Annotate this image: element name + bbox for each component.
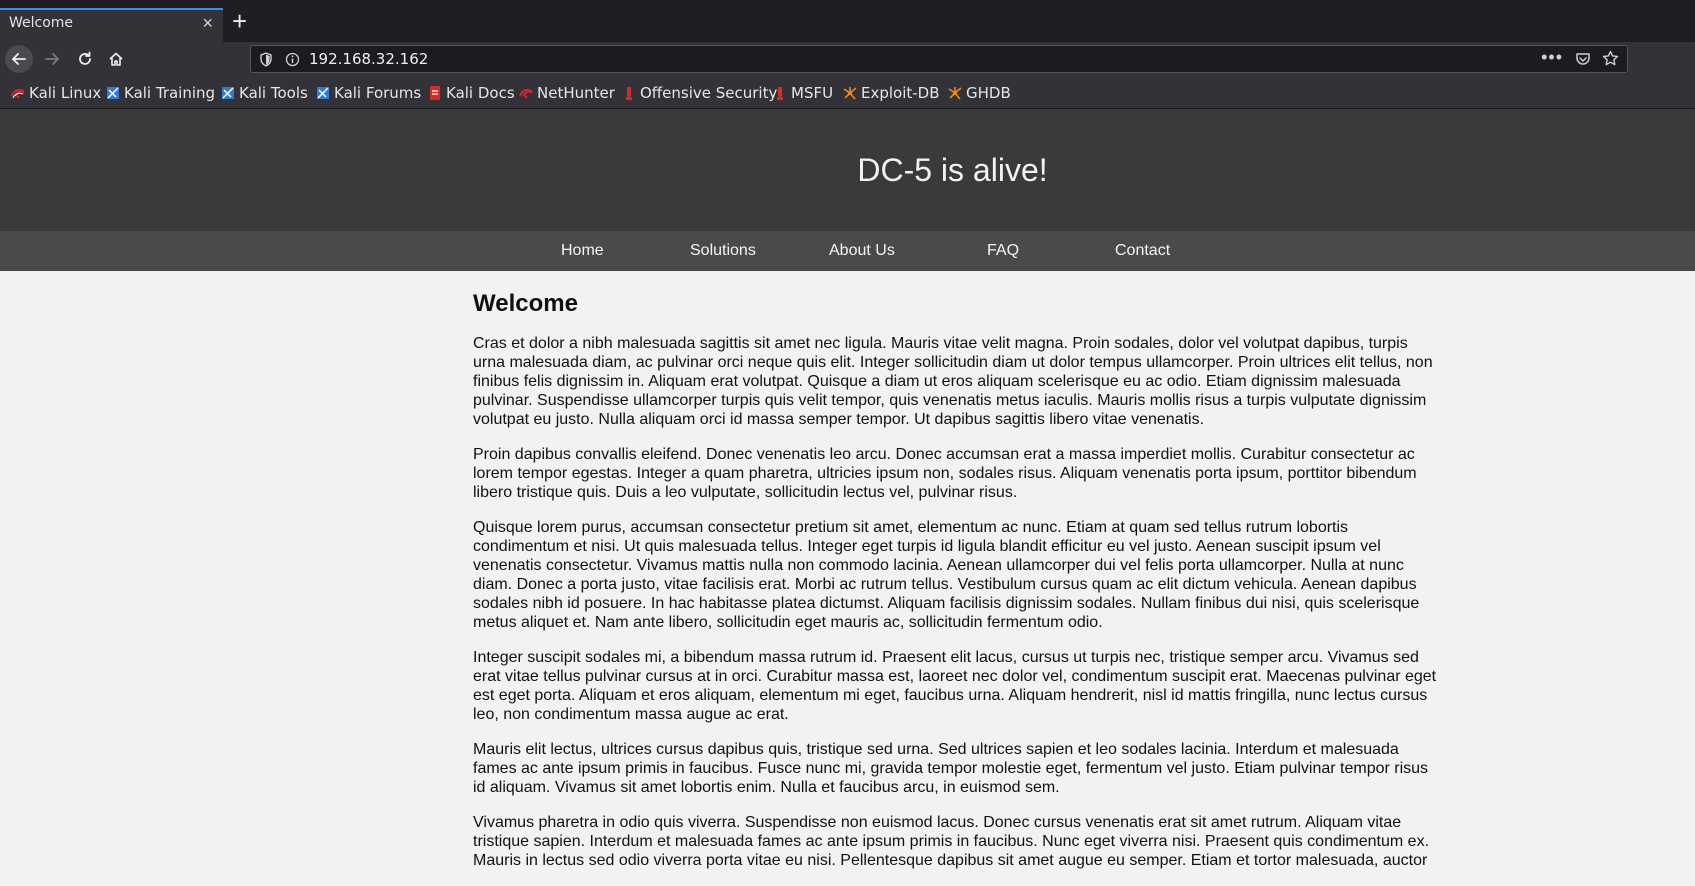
paragraph: Vivamus pharetra in odio quis viverra. S… xyxy=(473,814,1430,869)
main-content: Welcome Cras et dolor a nibh malesuada s… xyxy=(473,271,1438,886)
kali-dragon-icon xyxy=(11,88,25,99)
bookmark-kali-tools[interactable]: Kali Tools xyxy=(221,84,308,102)
arrow-left-icon xyxy=(12,53,26,65)
reload-icon xyxy=(79,51,91,65)
tracking-shield-icon[interactable] xyxy=(259,52,273,67)
bookmark-label: Kali Training xyxy=(124,84,216,102)
exploitdb-icon xyxy=(843,87,857,100)
paragraph: Quisque lorem purus, accumsan consectetu… xyxy=(473,519,1420,631)
paragraph: Mauris elit lectus, ultrices cursus dapi… xyxy=(473,741,1429,796)
kali-forums-icon xyxy=(317,87,329,99)
nethunter-icon xyxy=(519,88,533,99)
site-info-icon[interactable] xyxy=(285,52,300,67)
reload-button[interactable] xyxy=(71,45,99,73)
bookmark-exploit-db[interactable]: Exploit-DB xyxy=(843,84,940,102)
browser-tab[interactable]: Welcome × xyxy=(0,8,223,42)
home-icon xyxy=(109,52,123,66)
page-actions-menu-icon[interactable]: ••• xyxy=(1541,47,1563,68)
arrow-right-icon xyxy=(45,53,59,65)
bookmark-label: GHDB xyxy=(966,84,1011,102)
paragraph: Integer suscipit sodales mi, a bibendum … xyxy=(473,649,1437,723)
bookmark-label: Kali Linux xyxy=(29,84,102,102)
navigation-toolbar: 192.168.32.162 ••• xyxy=(0,42,1695,77)
site-title: DC-5 is alive! xyxy=(857,152,1048,188)
back-button[interactable] xyxy=(5,45,33,73)
bookmark-ghdb[interactable]: GHDB xyxy=(948,84,1011,102)
url-text[interactable]: 192.168.32.162 xyxy=(309,50,428,68)
bookmark-kali-forums[interactable]: Kali Forums xyxy=(316,84,421,102)
site-header: DC-5 is alive! xyxy=(0,109,1695,231)
bookmark-label: Kali Forums xyxy=(334,84,422,102)
close-tab-icon[interactable]: × xyxy=(202,13,213,34)
kali-docs-icon xyxy=(430,86,440,100)
bookmark-msfu[interactable]: MSFU xyxy=(773,84,833,102)
bookmark-kali-linux[interactable]: Kali Linux xyxy=(11,84,101,102)
tab-strip: Welcome × + xyxy=(0,0,1695,42)
nav-link-faq[interactable]: FAQ xyxy=(987,242,1019,260)
bookmark-label: Exploit-DB xyxy=(861,84,940,102)
paragraph: Cras et dolor a nibh malesuada sagittis … xyxy=(473,335,1433,428)
bookmark-label: Offensive Security xyxy=(640,84,778,102)
bookmark-label: Kali Docs xyxy=(446,84,515,102)
ghdb-icon xyxy=(948,87,962,100)
site-nav: Home Solutions About Us FAQ Contact xyxy=(0,231,1695,271)
kali-tools-icon xyxy=(222,87,234,99)
nav-link-about-us[interactable]: About Us xyxy=(829,242,895,260)
forward-button[interactable] xyxy=(38,45,66,73)
bookmark-label: MSFU xyxy=(791,84,834,102)
bookmark-kali-training[interactable]: Kali Training xyxy=(106,84,215,102)
nav-link-contact[interactable]: Contact xyxy=(1115,242,1170,260)
bookmark-label: Kali Tools xyxy=(239,84,308,102)
bookmark-star-icon[interactable] xyxy=(1602,50,1619,67)
tab-title: Welcome xyxy=(9,15,74,31)
kali-training-icon xyxy=(107,87,119,99)
paragraph: Proin dapibus convallis eleifend. Donec … xyxy=(473,446,1417,501)
bookmark-kali-docs[interactable]: Kali Docs xyxy=(428,84,515,102)
new-tab-button[interactable]: + xyxy=(232,6,247,36)
url-bar[interactable]: 192.168.32.162 ••• xyxy=(250,45,1628,73)
bookmarks-toolbar: Kali Linux Kali Training Kali Tools Kali… xyxy=(0,77,1695,109)
nav-link-home[interactable]: Home xyxy=(561,242,604,260)
bookmark-label: NetHunter xyxy=(537,84,615,102)
offsec-icon xyxy=(626,87,632,100)
msfu-icon xyxy=(777,87,783,100)
page-heading: Welcome xyxy=(473,290,578,317)
bookmark-offensive-security[interactable]: Offensive Security xyxy=(622,84,777,102)
bookmark-nethunter[interactable]: NetHunter xyxy=(519,84,615,102)
pocket-icon[interactable] xyxy=(1575,51,1591,67)
home-button[interactable] xyxy=(102,45,130,73)
nav-link-solutions[interactable]: Solutions xyxy=(690,242,756,260)
